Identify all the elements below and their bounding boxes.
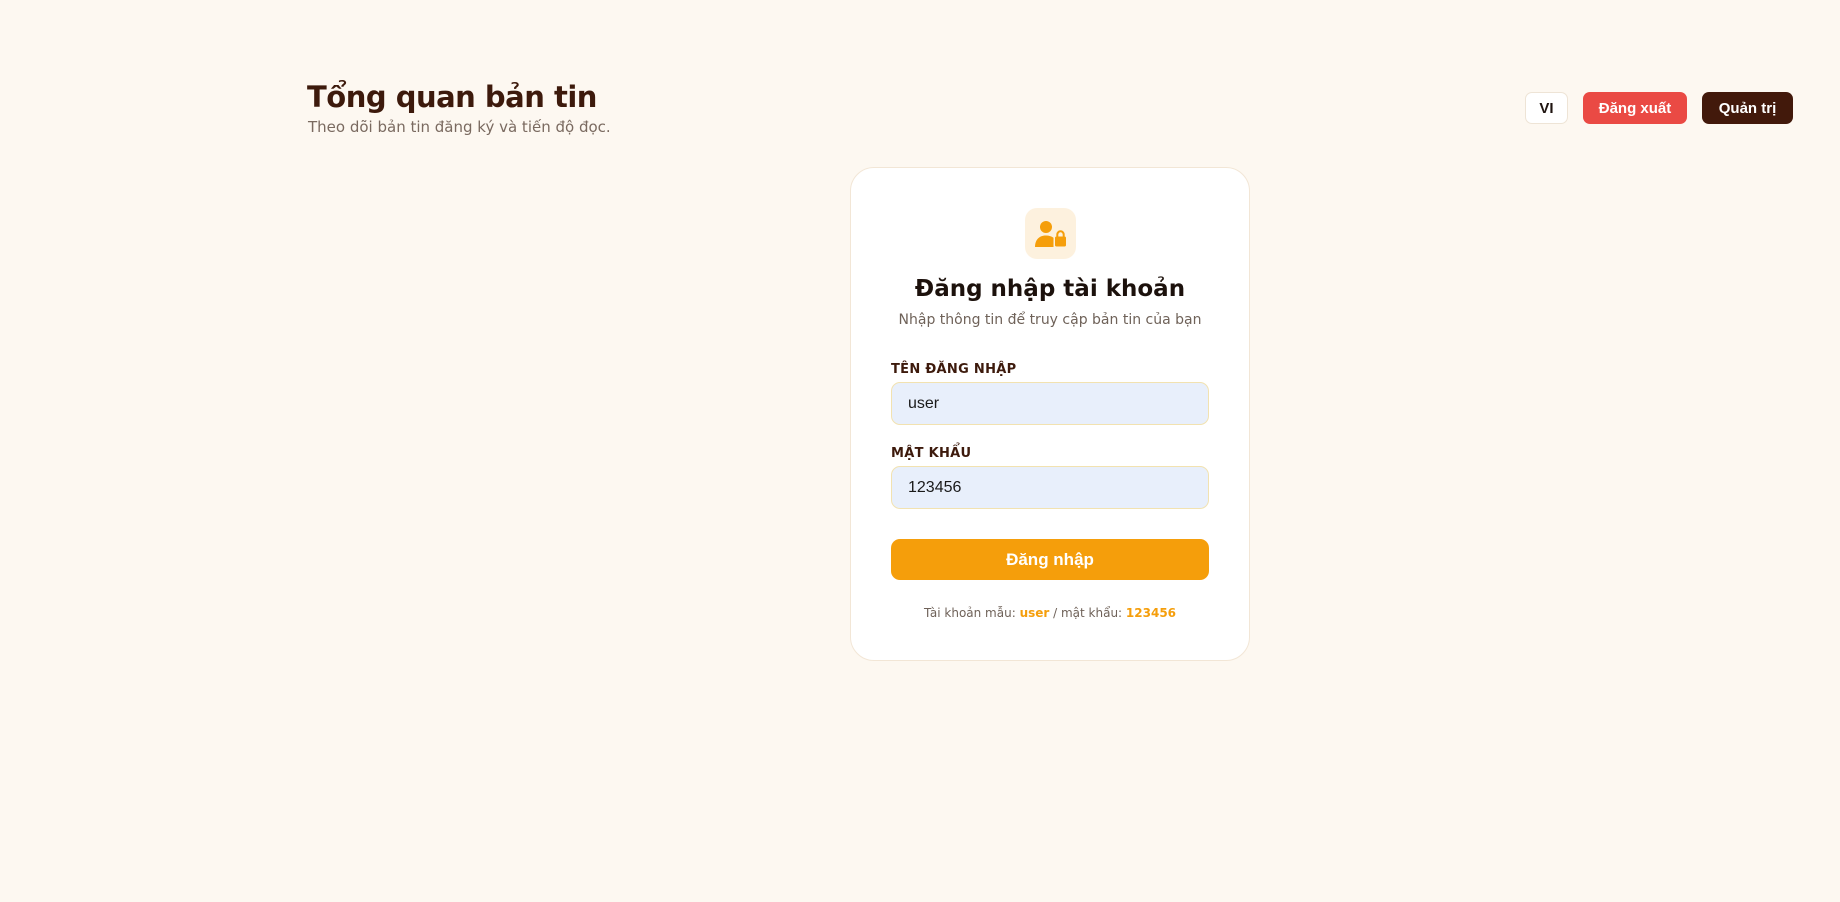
login-title: Đăng nhập tài khoản (914, 276, 1186, 302)
hint-prefix: Tài khoản mẫu: (923, 606, 1020, 620)
admin-button[interactable]: Quản trị (1702, 92, 1793, 124)
user-lock-icon-graphic (1034, 220, 1066, 247)
language-button[interactable]: VI (1525, 92, 1568, 124)
hint-separator: / mật khẩu: (1049, 606, 1126, 620)
login-card: Đăng nhập tài khoản Nhập thông tin để tr… (850, 167, 1250, 661)
page-subtitle: Theo dõi bản tin đăng ký và tiến độ đọc. (308, 118, 611, 136)
page-title: Tổng quan bản tin (307, 80, 597, 114)
hint-username: user (1019, 606, 1050, 620)
sample-account-hint: Tài khoản mẫu: user / mật khẩu: 123456 (851, 606, 1249, 620)
login-submit-button[interactable]: Đăng nhập (891, 539, 1209, 580)
login-subtitle: Nhập thông tin để truy cập bản tin của b… (898, 312, 1202, 328)
username-input[interactable] (891, 382, 1209, 425)
username-label: TÊN ĐĂNG NHẬP (891, 362, 1017, 377)
user-lock-icon (1025, 208, 1076, 259)
password-label: MẬT KHẨU (891, 446, 972, 461)
hint-password: 123456 (1125, 606, 1177, 620)
password-input[interactable] (891, 466, 1209, 509)
logout-button[interactable]: Đăng xuất (1583, 92, 1687, 124)
